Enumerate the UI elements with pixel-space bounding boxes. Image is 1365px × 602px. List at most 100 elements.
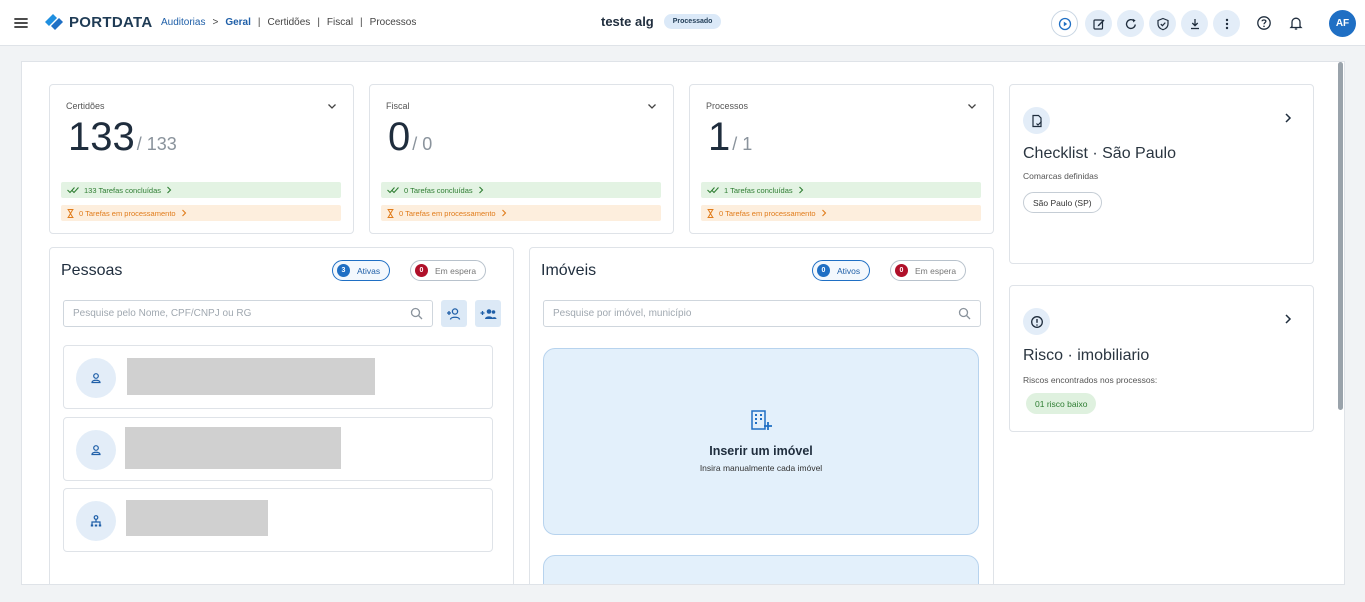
breadcrumb-arrow: > xyxy=(212,17,219,28)
chevron-right-icon[interactable] xyxy=(1281,312,1295,326)
insert-property-subtitle: Insira manualmente cada imóvel xyxy=(699,463,823,473)
tasks-done-label: 0 Tarefas concluídas xyxy=(404,185,473,195)
add-person-button[interactable] xyxy=(441,300,467,327)
risco-card[interactable]: Risco · imobiliario Riscos encontrados n… xyxy=(1009,285,1314,432)
property-card-placeholder[interactable] xyxy=(543,555,979,584)
document-check-icon xyxy=(1023,107,1050,134)
chevron-down-icon[interactable] xyxy=(325,99,339,113)
person-card[interactable] xyxy=(63,345,493,409)
stat-card-processos: Processos 1 / 1 1 Tarefas concluídas 0 T… xyxy=(689,84,994,234)
breadcrumb-certidoes[interactable]: Certidões xyxy=(268,17,311,28)
redacted-name xyxy=(126,500,268,536)
download-icon[interactable] xyxy=(1181,10,1208,37)
help-icon[interactable] xyxy=(1254,13,1274,33)
person-card[interactable] xyxy=(63,417,493,481)
insert-property-title: Inserir um imóvel xyxy=(709,444,813,458)
double-check-icon xyxy=(387,187,399,194)
imoveis-panel: Imóveis 0 Ativos 0 Em espera Inserir um … xyxy=(529,247,994,584)
stat-value: 133 xyxy=(68,115,135,159)
ativas-count: 3 xyxy=(337,264,350,277)
checklist-title: Checklist · São Paulo xyxy=(1023,145,1176,162)
stat-card-fiscal: Fiscal 0 / 0 0 Tarefas concluídas 0 Tare… xyxy=(369,84,674,234)
stat-number: 0 / 0 xyxy=(388,117,432,157)
stat-label: Processos xyxy=(706,101,749,111)
filter-ativos-chip[interactable]: 0 Ativos xyxy=(812,260,871,281)
breadcrumb-auditorias[interactable]: Auditorias xyxy=(161,17,205,28)
tasks-done-label: 133 Tarefas concluídas xyxy=(84,185,161,195)
app-name: PORTDATA xyxy=(69,13,153,31)
status-badge: Processado xyxy=(663,14,722,29)
hourglass-icon xyxy=(67,208,74,218)
filter-ativas-chip[interactable]: 3 Ativas xyxy=(332,260,391,281)
risk-level-badge[interactable]: 01 risco baixo xyxy=(1026,393,1097,414)
pessoas-search-input[interactable] xyxy=(73,308,410,319)
breadcrumb: Auditorias > Geral | Certidões | Fiscal … xyxy=(161,17,416,28)
filter-em-espera-chip[interactable]: 0 Em espera xyxy=(890,260,967,281)
pessoas-panel: Pessoas 3 Ativas 0 Em espera xyxy=(49,247,514,584)
breadcrumb-fiscal[interactable]: Fiscal xyxy=(327,17,353,28)
breadcrumb-separator: | xyxy=(360,17,363,28)
chevron-right-icon xyxy=(478,186,483,194)
stat-value: 0 xyxy=(388,115,411,159)
em-espera-count: 0 xyxy=(895,264,908,277)
breadcrumb-separator: | xyxy=(317,17,320,28)
em-espera-label: Em espera xyxy=(435,265,477,276)
edit-icon[interactable] xyxy=(1085,10,1112,37)
shield-check-icon[interactable] xyxy=(1149,10,1176,37)
checklist-card[interactable]: Checklist · São Paulo Comarcas definidas… xyxy=(1009,84,1314,264)
tasks-processing-link[interactable]: 0 Tarefas em processamento xyxy=(701,205,981,221)
play-circle-icon[interactable] xyxy=(1051,10,1078,37)
comarca-tag[interactable]: São Paulo (SP) xyxy=(1023,192,1102,213)
tasks-done-link[interactable]: 1 Tarefas concluídas xyxy=(701,182,981,198)
portdata-logo-icon xyxy=(45,14,63,30)
ativos-count: 0 xyxy=(817,264,830,277)
stat-card-certidoes: Certidões 133 / 133 133 Tarefas concluíd… xyxy=(49,84,354,234)
tasks-done-link[interactable]: 0 Tarefas concluídas xyxy=(381,182,661,198)
tasks-processing-label: 0 Tarefas em processamento xyxy=(79,208,176,218)
chevron-right-icon xyxy=(167,186,172,194)
search-icon[interactable] xyxy=(410,307,423,320)
risco-subtitle: Riscos encontrados nos processos: xyxy=(1023,375,1158,385)
user-avatar[interactable]: AF xyxy=(1329,10,1356,37)
chevron-right-icon[interactable] xyxy=(1281,111,1295,125)
person-card[interactable] xyxy=(63,488,493,552)
hamburger-menu-icon[interactable] xyxy=(10,12,32,34)
stat-total: / 133 xyxy=(136,134,177,154)
bell-icon[interactable] xyxy=(1286,13,1306,33)
stat-total: / 1 xyxy=(732,134,753,154)
chevron-down-icon[interactable] xyxy=(965,99,979,113)
breadcrumb-processos[interactable]: Processos xyxy=(370,17,417,28)
refresh-icon[interactable] xyxy=(1117,10,1144,37)
logo[interactable]: PORTDATA xyxy=(44,13,153,31)
ativas-label: Ativas xyxy=(357,265,381,276)
chevron-right-icon xyxy=(798,186,803,194)
hourglass-icon xyxy=(707,208,714,218)
chevron-right-icon xyxy=(501,209,506,217)
filter-em-espera-chip[interactable]: 0 Em espera xyxy=(410,260,487,281)
stat-value: 1 xyxy=(708,115,731,159)
more-vertical-icon[interactable] xyxy=(1213,10,1240,37)
company-icon xyxy=(76,501,116,541)
search-icon[interactable] xyxy=(958,307,971,320)
double-check-icon xyxy=(67,187,79,194)
chevron-down-icon[interactable] xyxy=(645,99,659,113)
checklist-subtitle: Comarcas definidas xyxy=(1023,171,1099,181)
add-group-button[interactable] xyxy=(475,300,501,327)
stat-label: Certidões xyxy=(66,101,105,111)
person-icon xyxy=(76,358,116,398)
tasks-processing-label: 0 Tarefas em processamento xyxy=(719,208,816,218)
hourglass-icon xyxy=(387,208,394,218)
imoveis-search-input[interactable] xyxy=(553,308,958,319)
tasks-processing-link[interactable]: 0 Tarefas em processamento xyxy=(381,205,661,221)
insert-property-button[interactable]: Inserir um imóvel Insira manualmente cad… xyxy=(543,348,979,535)
pessoas-title: Pessoas xyxy=(61,262,123,279)
redacted-name xyxy=(125,427,341,469)
tasks-done-link[interactable]: 133 Tarefas concluídas xyxy=(61,182,341,198)
stat-number: 133 / 133 xyxy=(68,117,177,157)
scrollbar[interactable] xyxy=(1338,62,1343,410)
pessoas-search xyxy=(63,300,433,327)
double-check-icon xyxy=(707,187,719,194)
tasks-processing-label: 0 Tarefas em processamento xyxy=(399,208,496,218)
tasks-processing-link[interactable]: 0 Tarefas em processamento xyxy=(61,205,341,221)
breadcrumb-geral[interactable]: Geral xyxy=(225,17,251,28)
